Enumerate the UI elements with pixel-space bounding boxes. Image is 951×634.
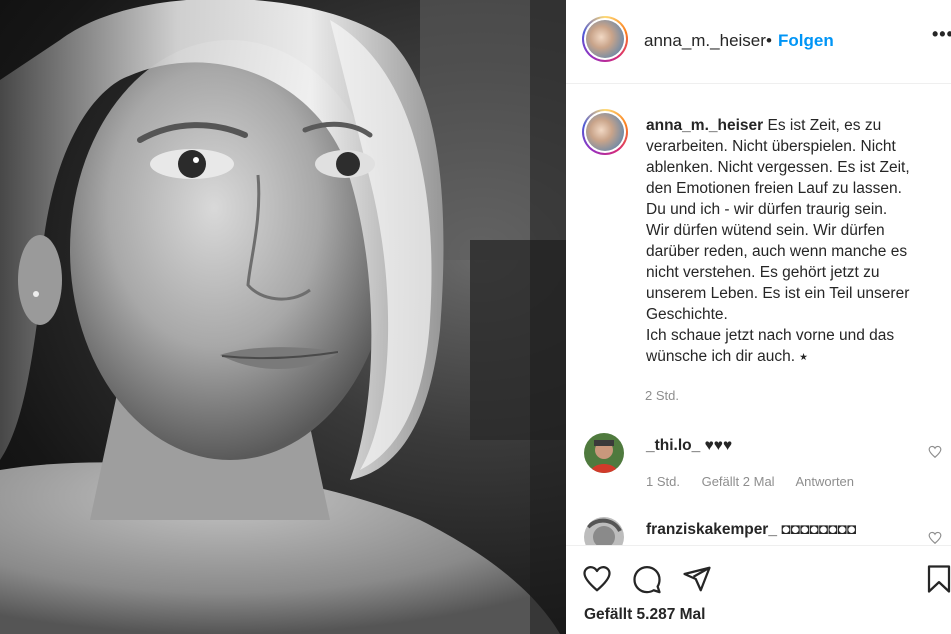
caption-timestamp[interactable]: 2 Std. — [645, 388, 679, 403]
follow-button[interactable]: Folgen — [778, 31, 834, 51]
post-header: anna_m._heiser • Folgen ••• — [566, 0, 951, 84]
commenter-avatar[interactable] — [584, 433, 624, 473]
caption-line-9: unserem Leben. Es ist ein Teil unserer — [646, 285, 910, 302]
caption-author-avatar[interactable] — [582, 109, 628, 155]
caption-line-1: anna_m._heiser Es ist Zeit, es zu — [646, 117, 882, 134]
small-heart-icon[interactable] — [928, 531, 942, 545]
caption-line-4: den Emotionen freien Lauf zu lassen. — [646, 180, 902, 197]
caption-line-7: darüber reden, auch wenn manche es — [646, 243, 908, 260]
post-photo[interactable] — [0, 0, 566, 634]
heart-icon[interactable] — [582, 564, 612, 594]
comment-meta: 1 Std. Gefällt 2 Mal Antworten — [646, 474, 872, 489]
comment-text: franziskakemper_ ◘◘◘◘◘◘◘◘ — [646, 521, 857, 538]
caption-line-2: verarbeiten. Nicht überspielen. Nicht — [646, 138, 896, 155]
comment-timestamp[interactable]: 1 Std. — [646, 474, 680, 489]
separator-dot: • — [766, 31, 772, 50]
likes-count[interactable]: Gefällt 5.287 Mal — [584, 606, 705, 624]
author-username[interactable]: anna_m._heiser — [644, 31, 766, 51]
commenter-username[interactable]: _thi.lo_ — [646, 437, 700, 454]
reply-button[interactable]: Antworten — [795, 474, 854, 489]
caption-line-6: Wir dürfen wütend sein. Wir dürfen — [646, 222, 885, 239]
comment-text: _thi.lo_ ♥♥♥ — [646, 437, 733, 454]
small-heart-icon[interactable] — [928, 445, 942, 459]
comments-scroll-area[interactable]: anna_m._heiser Es ist Zeit, es zu verarb… — [566, 85, 951, 545]
caption-text: anna_m._heiser Es ist Zeit, es zu verarb… — [646, 115, 936, 367]
more-options-icon[interactable]: ••• — [932, 24, 951, 45]
commenter-avatar[interactable] — [584, 517, 624, 545]
post-actions-bar: Gefällt 5.287 Mal — [566, 545, 951, 634]
caption-username[interactable]: anna_m._heiser — [646, 117, 763, 134]
caption-line-3: ablenken. Nicht vergessen. Es ist Zeit, — [646, 159, 910, 176]
caption-line-12: wünsche ich dir auch. ⭑ — [646, 348, 808, 365]
caption-line-5: Du und ich - wir dürfen traurig sein. — [646, 201, 888, 218]
caption-line-11: Ich schaue jetzt nach vorne und das — [646, 327, 895, 344]
author-avatar[interactable] — [582, 16, 628, 62]
bookmark-icon[interactable] — [924, 564, 951, 594]
commenter-username[interactable]: franziskakemper_ — [646, 521, 777, 538]
post-sidebar: anna_m._heiser • Folgen ••• anna_m._heis… — [566, 0, 951, 634]
portrait-image — [0, 0, 566, 634]
caption-line-8: nicht verstehen. Es gehört jetzt zu — [646, 264, 880, 281]
caption-line-10: Geschichte. — [646, 306, 728, 323]
comment-bubble-icon[interactable] — [632, 564, 662, 594]
paper-plane-icon[interactable] — [682, 564, 712, 594]
comment-likes[interactable]: Gefällt 2 Mal — [702, 474, 775, 489]
